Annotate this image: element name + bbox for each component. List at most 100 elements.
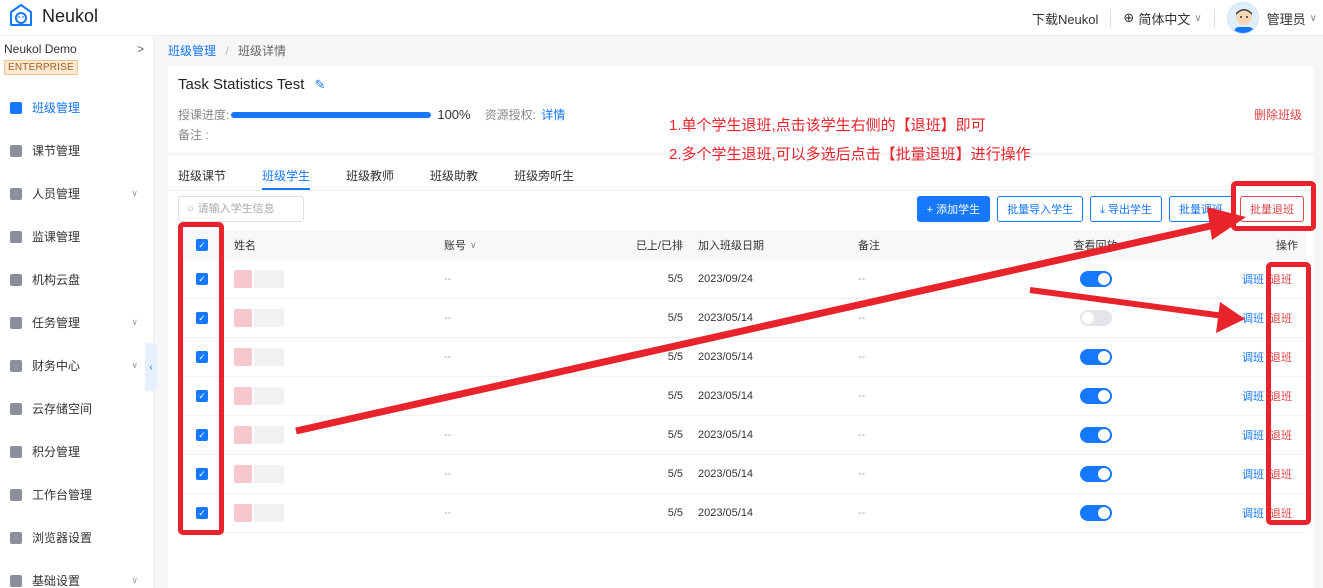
user-menu[interactable]: 管理员 ∨ — [1226, 2, 1317, 34]
transfer-link[interactable]: 调班 — [1242, 427, 1264, 443]
add-student-button[interactable]: + 添加学生 — [916, 196, 991, 222]
avatar-face-icon — [1233, 9, 1254, 33]
replay-toggle[interactable] — [1079, 310, 1112, 326]
sidebar-item-label: 浏览器设置 — [32, 531, 93, 545]
sidebar-item-4[interactable]: 机构云盘 — [0, 258, 154, 301]
student-account: -- — [444, 351, 452, 363]
batch-transfer-button[interactable]: 批量调班 — [1169, 196, 1233, 222]
attended-count: 5/5 — [667, 507, 683, 519]
user-name: 管理员 — [1266, 11, 1306, 27]
sidebar-item-label: 机构云盘 — [32, 273, 81, 287]
table-row: ✓ -- 5/5 2023/05/14 -- 调班 退班 — [178, 494, 1306, 533]
replay-toggle-cell — [1048, 377, 1143, 415]
table-row: ✓ -- 5/5 2023/09/24 -- 调班 退班 — [178, 260, 1306, 299]
tab-1[interactable]: 班级学生 — [262, 156, 311, 190]
breadcrumb-separator: / — [225, 44, 229, 58]
redacted-block — [234, 270, 252, 288]
chevron-right-icon: > — [136, 42, 144, 56]
transfer-link[interactable]: 调班 — [1242, 271, 1264, 287]
join-date: 2023/05/14 — [698, 468, 754, 480]
sidebar-item-9[interactable]: 工作台管理 — [0, 473, 154, 516]
app-logo[interactable]: Neukol — [8, 3, 98, 29]
resource-details-link[interactable]: 详情 — [541, 108, 565, 122]
student-name-redacted — [234, 377, 284, 415]
tab-3[interactable]: 班级助教 — [430, 156, 478, 186]
sidebar-item-10[interactable]: 浏览器设置 — [0, 516, 154, 559]
sidebar-item-3[interactable]: 监课管理 — [0, 215, 154, 258]
replay-toggle[interactable] — [1079, 271, 1112, 287]
replay-toggle[interactable] — [1079, 427, 1112, 443]
page-title: Task Statistics Test ✎ — [178, 76, 326, 93]
student-note: -- — [858, 468, 866, 480]
tab-0[interactable]: 班级课节 — [178, 156, 226, 186]
student-name-redacted — [234, 260, 284, 298]
replay-toggle-cell — [1048, 455, 1143, 493]
download-link[interactable]: 下载Neukol — [1032, 9, 1098, 28]
transfer-link[interactable]: 调班 — [1242, 505, 1264, 521]
delete-class-button[interactable]: 删除班级 — [1254, 106, 1302, 123]
language-selector[interactable]: ⊕ 简体中文 ∨ — [1123, 9, 1201, 28]
col-account[interactable]: 账号 ∨ — [444, 230, 477, 260]
redacted-block — [254, 504, 284, 522]
transfer-link[interactable]: 调班 — [1242, 466, 1264, 482]
replay-toggle[interactable] — [1079, 349, 1112, 365]
export-students-button[interactable]: ⤓ 导出学生 — [1090, 196, 1162, 222]
task-icon — [10, 316, 22, 329]
progress-value: 100% — [437, 107, 471, 122]
chevron-down-icon: ∨ — [131, 575, 138, 585]
sidebar-item-6[interactable]: 财务中心 ∨ — [0, 344, 154, 387]
breadcrumb-parent[interactable]: 班级管理 — [168, 44, 216, 58]
sidebar-nav: 班级管理课节管理 人员管理 ∨ 监课管理机构云盘任务管理 ∨ 财务中心 ∨ 云存储空间 积分管理… — [0, 86, 154, 588]
transfer-link[interactable]: 调班 — [1242, 310, 1264, 326]
sidebar-item-2[interactable]: 人员管理 ∨ — [0, 172, 154, 215]
join-date: 2023/05/14 — [698, 312, 754, 324]
chevron-down-icon: ∨ — [131, 317, 138, 327]
replay-toggle[interactable] — [1079, 466, 1112, 482]
redacted-block — [234, 387, 252, 405]
sidebar-item-1[interactable]: 课节管理 — [0, 129, 154, 172]
sidebar-item-5[interactable]: 任务管理 ∨ — [0, 301, 154, 344]
breadcrumb-current: 班级详情 — [238, 44, 287, 58]
annotation-box-batch-quit — [1231, 181, 1316, 231]
top-bar: Neukol 下载Neukol ⊕ 简体中文 ∨ 管理员 ∨ — [0, 0, 1323, 36]
student-note: -- — [858, 507, 866, 519]
annotation-box-checkboxes — [178, 222, 224, 535]
browser-icon — [10, 531, 22, 544]
attended-count: 5/5 — [667, 351, 683, 363]
student-account: -- — [444, 273, 452, 285]
replay-toggle[interactable] — [1079, 388, 1112, 404]
redacted-block — [234, 348, 252, 366]
sidebar-collapse-button[interactable]: ‹ — [145, 343, 157, 391]
sidebar-item-11[interactable]: 基础设置 ∨ — [0, 559, 154, 588]
avatar — [1226, 2, 1259, 34]
student-account: -- — [444, 429, 452, 441]
chevron-down-icon: ∨ — [1309, 12, 1317, 24]
col-name: 姓名 — [234, 240, 256, 252]
org-switcher[interactable]: Neukol Demo > ENTERPRISE — [4, 42, 150, 75]
sidebar-item-label: 班级管理 — [32, 101, 81, 115]
class-info-card: Task Statistics Test ✎ 授课进度: 100% 资源授权: … — [168, 66, 1314, 152]
tab-4[interactable]: 班级旁听生 — [514, 156, 574, 186]
annotation-line-2: 2.多个学生退班,可以多选后点击【批量退班】进行操作 — [669, 146, 1031, 163]
replay-toggle-cell — [1048, 416, 1143, 454]
sidebar-item-0[interactable]: 班级管理 — [0, 86, 154, 129]
edit-icon[interactable]: ✎ — [315, 77, 326, 93]
sidebar-item-7[interactable]: 云存储空间 — [0, 387, 154, 430]
join-date: 2023/05/14 — [698, 507, 754, 519]
people-icon — [10, 187, 22, 200]
search-input[interactable] — [197, 203, 293, 215]
table-row: ✓ -- 5/5 2023/05/14 -- 调班 退班 — [178, 338, 1306, 377]
import-students-button[interactable]: 批量导入学生 — [997, 196, 1084, 222]
redacted-block — [254, 348, 284, 366]
tab-2[interactable]: 班级教师 — [346, 156, 394, 186]
students-card: 班级课节 班级学生 班级教师 班级助教 班级旁听生 ○ + 添加学生 批量导入学生 ⤓ … — [168, 156, 1314, 588]
transfer-link[interactable]: 调班 — [1242, 388, 1264, 404]
progress-row: 授课进度: 100% 资源授权: 详情 — [178, 106, 565, 123]
replay-toggle-cell — [1048, 260, 1143, 298]
sidebar-item-8[interactable]: 积分管理 — [0, 430, 154, 473]
table-header: ✓ 姓名 账号 ∨ 已上/已排 加入班级日期 备注 查看回放 操作 — [178, 230, 1306, 260]
transfer-link[interactable]: 调班 — [1242, 349, 1264, 365]
replay-toggle[interactable] — [1079, 505, 1112, 521]
redacted-block — [234, 504, 252, 522]
lesson-icon — [10, 144, 22, 157]
